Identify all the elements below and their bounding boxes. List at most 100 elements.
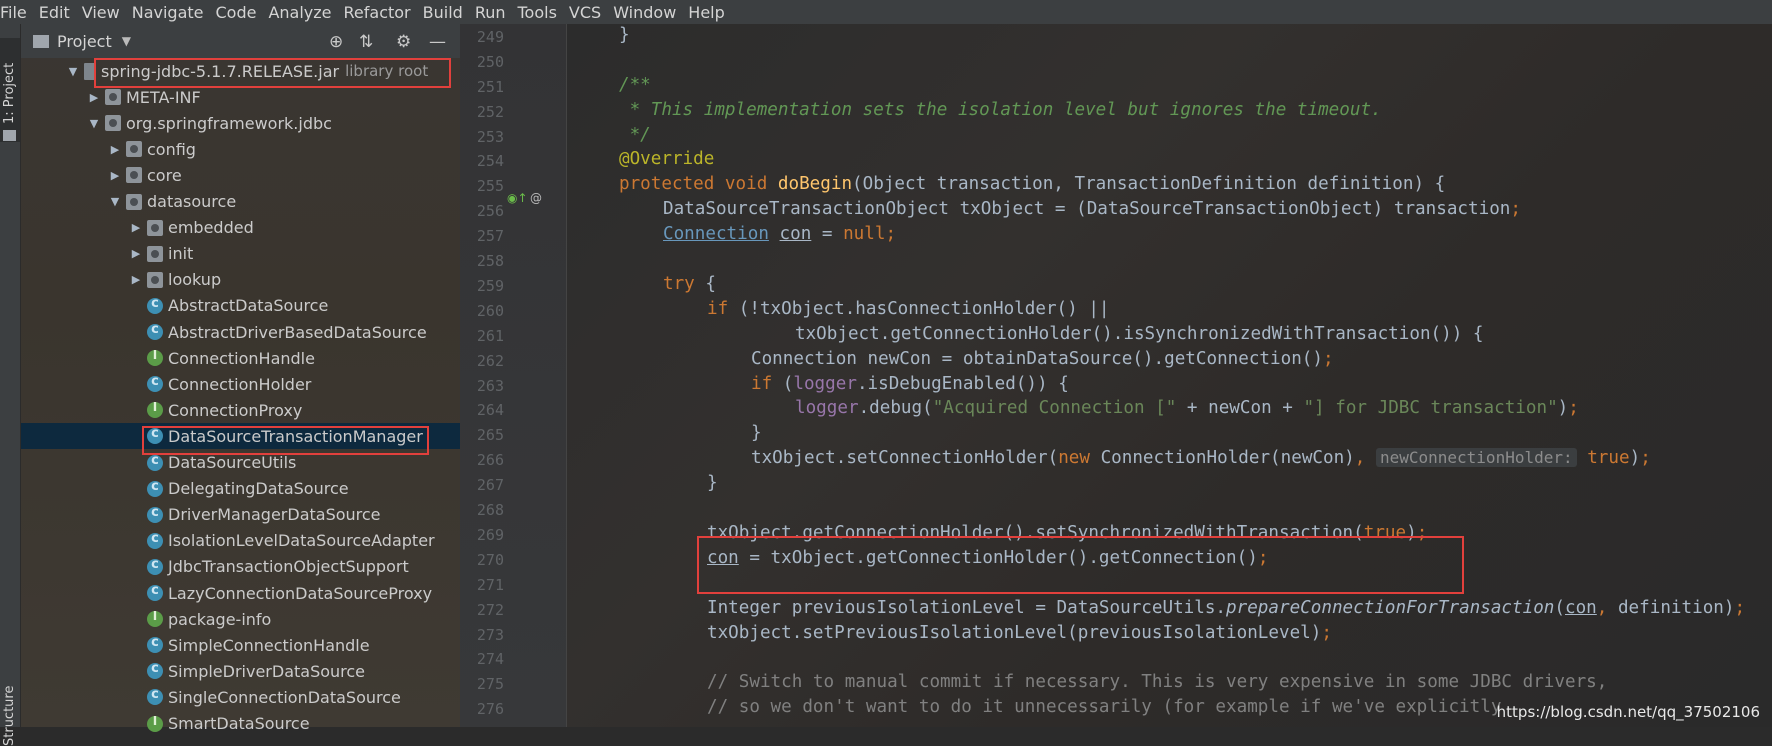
code-token: ( [782,373,794,394]
chevron-right-icon[interactable]: ▶ [129,221,143,234]
chevron-right-icon[interactable]: ▶ [129,247,143,260]
menu-item-view[interactable]: View [82,3,128,22]
line-number: 276 [476,700,504,719]
line-number: 256 [476,202,504,221]
tree-item-label: DelegatingDataSource [168,479,349,499]
package-icon [105,115,121,132]
tree-item-label: package-info [168,609,272,629]
line-number: 253 [476,127,504,146]
panel-title[interactable]: Project [57,32,112,51]
line-number: 269 [476,525,504,544]
menu-item-navigate[interactable]: Navigate [132,3,212,22]
line-number: 260 [476,301,504,320]
code-token: , [1354,448,1376,469]
menu-item-vcs[interactable]: VCS [569,3,609,22]
menu-item-refactor[interactable]: Refactor [344,3,419,22]
line-number: 257 [476,227,504,246]
code-token: // so we don't want to do it unnecessari… [707,697,1502,718]
line-number: 271 [476,575,504,594]
line-number: 264 [476,401,504,420]
code-token: */ [619,124,651,145]
chevron-right-icon[interactable]: ▶ [108,169,122,182]
code-token: logger [795,398,859,419]
code-line: txObject.getConnectionHolder().isSynchro… [795,324,1484,344]
menu-item-code[interactable]: Code [216,3,265,22]
menu-item-tools[interactable]: Tools [518,3,565,22]
code-line: DataSourceTransactionObject txObject = (… [663,199,1521,219]
line-number: 261 [476,326,504,345]
menu-item-edit[interactable]: Edit [39,3,78,22]
chevron-right-icon[interactable]: ▶ [87,91,101,104]
override-marker-icon[interactable]: @ [530,191,542,205]
code-token: Connection newCon = obtainDataSource().g… [751,348,1323,369]
code-token: ; [1321,622,1332,643]
package-icon [126,167,142,184]
package-icon [147,245,163,262]
tree-item[interactable]: ▼ org.springframework.jdbc [21,110,526,136]
code-token: ; [1510,199,1521,220]
code-line: txObject.setPreviousIsolationLevel(previ… [707,623,1332,643]
tree-item[interactable]: ▼ spring-jdbc-5.1.7.RELEASE.jar library ro… [21,58,505,84]
code-token: + newCon + [1176,398,1304,419]
tree-item-label: init [168,244,194,264]
code-token: true [1363,522,1407,543]
chevron-down-icon[interactable]: ▼ [108,195,122,208]
chevron-down-icon[interactable]: ▼ [87,117,101,130]
code-token: txObject.getConnectionHolder().isSynchro… [795,323,1484,344]
code-line: // so we don't want to do it unnecessari… [707,697,1501,717]
menu-item-run[interactable]: Run [475,3,514,22]
line-number: 254 [476,152,504,171]
structure-tab-label[interactable]: Structure [2,686,17,746]
line-number: 270 [476,550,504,569]
tree-item-label: config [147,139,196,159]
line-number: 249 [476,27,504,46]
code-line: protected void doBegin(Object transactio… [619,174,1445,194]
menu-item-help[interactable]: Help [688,3,732,22]
code-token: if [751,373,783,394]
code-token: (Object transaction, TransactionDefiniti… [852,174,1446,195]
interface-icon [147,348,163,367]
gear-icon[interactable]: ⚙ [396,32,411,52]
chevron-down-icon[interactable]: ▼ [122,34,131,48]
code-line: if (logger.isDebugEnabled()) { [751,374,1069,394]
code-token: Integer previousIsolationLevel = DataSou… [707,597,1227,618]
chevron-right-icon[interactable]: ▶ [108,143,122,156]
line-number: 259 [476,276,504,295]
line-number: 267 [476,476,504,495]
chevron-down-icon[interactable]: ▼ [66,65,80,78]
code-token: logger [793,373,857,394]
collapse-all-icon[interactable]: ⇅ [359,32,373,52]
tree-item-label: AbstractDataSource [168,296,329,316]
code-token: protected void [619,174,778,195]
class-icon [147,322,163,340]
editor-gutter: ◉↑ @ 249 250 251 252 253 254 255 256 257 258 259 26… [460,24,567,727]
code-token: ; [1568,398,1579,419]
code-token: ; [1323,348,1334,369]
code-token: try [663,273,706,294]
implements-marker-icon[interactable]: ◉↑ [507,191,528,205]
menu-item-build[interactable]: Build [423,3,471,22]
parameter-hint: newConnectionHolder: [1375,448,1577,468]
code-token: "Acquired Connection [" [932,398,1177,419]
hide-icon[interactable]: — [429,32,446,52]
code-line: txObject.getConnectionHolder().setSynchr… [707,523,1427,543]
code-editor[interactable]: return (txObject.hasConnectionHolder() &… [567,24,1772,727]
project-panel: Project ▼ ⊕ ⇅ ⚙ — ▼ spring-jdbc-5.1.7.REL… [21,24,568,733]
code-token: = [811,224,844,245]
chevron-right-icon[interactable]: ▶ [129,273,143,286]
tree-item-label: META-INF [126,87,201,107]
interface-icon [147,400,163,419]
line-number: 251 [476,77,504,96]
class-icon [147,557,163,575]
tree-item[interactable]: ▶ META-INF [21,84,526,110]
menu-item-file[interactable]: File [0,3,35,22]
tree-item-label: ConnectionProxy [168,400,303,420]
menu-item-analyze[interactable]: Analyze [268,3,339,22]
menu-item-window[interactable]: Window [613,3,684,22]
class-icon [147,453,163,471]
tree-item-label: ConnectionHolder [168,374,312,394]
class-icon [147,635,163,654]
tree-item-label: SimpleDriverDataSource [168,661,366,681]
locate-icon[interactable]: ⊕ [329,32,343,52]
code-token: , [1596,597,1618,618]
